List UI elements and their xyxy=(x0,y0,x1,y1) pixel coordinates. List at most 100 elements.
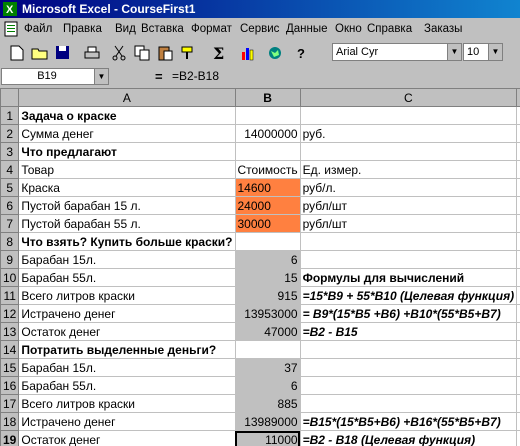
row-header[interactable]: 14 xyxy=(0,340,20,359)
menu-view[interactable]: Вид xyxy=(115,23,136,35)
cell-a[interactable]: Пустой барабан 15 л. xyxy=(18,196,236,215)
cell-c[interactable]: руб/л. xyxy=(299,178,518,197)
column-header-c[interactable]: C xyxy=(299,88,518,107)
cell-c[interactable] xyxy=(299,376,518,395)
menu-window[interactable]: Окно xyxy=(335,23,362,35)
row-header[interactable]: 10 xyxy=(0,268,20,287)
cell-b[interactable]: 6 xyxy=(234,250,301,269)
menu-edit[interactable]: Правка xyxy=(63,23,102,35)
autosum-icon[interactable]: Σ xyxy=(208,42,229,63)
map-icon[interactable] xyxy=(264,42,285,63)
cell-a[interactable]: Задача о краске xyxy=(18,106,236,125)
cell-c[interactable] xyxy=(299,394,518,413)
menu-tools[interactable]: Сервис xyxy=(240,23,279,35)
cell-c[interactable]: =B15*(15*B5+B6) +B16*(55*B5+B7) xyxy=(299,412,518,431)
cut-icon[interactable] xyxy=(108,42,129,63)
cell-a[interactable]: Что предлагают xyxy=(18,142,236,161)
cell-b[interactable]: 13989000 xyxy=(234,412,301,431)
font-name-dropdown[interactable]: Arial Cyr ▼ xyxy=(332,43,462,61)
cell-c[interactable] xyxy=(299,340,518,359)
row-header[interactable]: 5 xyxy=(0,178,20,197)
dropdown-arrow-icon[interactable]: ▼ xyxy=(447,44,461,60)
row-header[interactable]: 16 xyxy=(0,376,20,395)
row-header[interactable]: 8 xyxy=(0,232,20,251)
cell-c[interactable]: рубл/шт xyxy=(299,196,518,215)
row-header[interactable]: 7 xyxy=(0,214,20,233)
cell-b[interactable]: 11000 xyxy=(234,430,301,446)
row-header[interactable]: 3 xyxy=(0,142,20,161)
row-header[interactable]: 12 xyxy=(0,304,20,323)
cell-b[interactable] xyxy=(234,340,301,359)
row-header[interactable]: 9 xyxy=(0,250,20,269)
cell-c[interactable] xyxy=(299,358,518,377)
cell-a[interactable]: Барабан 55л. xyxy=(18,268,236,287)
select-all-corner[interactable] xyxy=(0,88,20,107)
dropdown-arrow-icon[interactable]: ▼ xyxy=(94,69,108,84)
row-header[interactable]: 6 xyxy=(0,196,20,215)
cell-b[interactable] xyxy=(234,142,301,161)
chart-wizard-icon[interactable] xyxy=(237,42,258,63)
cell-b[interactable]: 30000 xyxy=(234,214,301,233)
format-painter-icon[interactable] xyxy=(177,42,198,63)
cell-c[interactable] xyxy=(299,142,518,161)
cell-a[interactable]: Остаток денег xyxy=(18,322,236,341)
row-header[interactable]: 11 xyxy=(0,286,20,305)
dropdown-arrow-icon[interactable]: ▼ xyxy=(488,44,502,60)
print-icon[interactable] xyxy=(81,42,102,63)
row-header[interactable]: 19 xyxy=(0,430,20,446)
name-box[interactable]: B19 ▼ xyxy=(1,68,109,85)
menu-orders[interactable]: Заказы xyxy=(424,23,462,35)
cell-a[interactable]: Краска xyxy=(18,178,236,197)
cell-b[interactable]: 6 xyxy=(234,376,301,395)
cell-a[interactable]: Истрачено денег xyxy=(18,412,236,431)
cell-b[interactable]: 37 xyxy=(234,358,301,377)
font-size-dropdown[interactable]: 10 ▼ xyxy=(463,43,503,61)
cell-a[interactable]: Барабан 55л. xyxy=(18,376,236,395)
new-icon[interactable] xyxy=(6,42,27,63)
cell-b[interactable] xyxy=(234,232,301,251)
row-header[interactable]: 1 xyxy=(0,106,20,125)
menu-data[interactable]: Данные xyxy=(286,23,328,35)
cell-c[interactable]: рубл/шт xyxy=(299,214,518,233)
cell-c[interactable]: руб. xyxy=(299,124,518,143)
save-icon[interactable] xyxy=(52,42,73,63)
row-header[interactable]: 18 xyxy=(0,412,20,431)
cell-c[interactable]: Формулы для вычислений xyxy=(299,268,518,287)
cell-c[interactable] xyxy=(299,106,518,125)
cell-b[interactable]: 14600 xyxy=(234,178,301,197)
cell-a[interactable]: Всего литров краски xyxy=(18,394,236,413)
cell-c[interactable] xyxy=(299,250,518,269)
cell-b[interactable]: 885 xyxy=(234,394,301,413)
cell-a[interactable]: Барабан 15л. xyxy=(18,250,236,269)
cell-b[interactable]: 47000 xyxy=(234,322,301,341)
column-header-b[interactable]: B xyxy=(234,88,301,107)
row-header[interactable]: 13 xyxy=(0,322,20,341)
row-header[interactable]: 17 xyxy=(0,394,20,413)
paste-icon[interactable] xyxy=(154,42,175,63)
cell-c[interactable]: =B2 - B18 (Целевая функция) xyxy=(299,430,518,446)
cell-b[interactable] xyxy=(234,106,301,125)
cell-b[interactable]: 15 xyxy=(234,268,301,287)
column-header-a[interactable]: A xyxy=(18,88,236,107)
cell-c[interactable]: =15*B9 + 55*B10 (Целевая функция) xyxy=(299,286,518,305)
cell-c[interactable]: =B2 - B15 xyxy=(299,322,518,341)
cell-a[interactable]: Всего литров краски xyxy=(18,286,236,305)
menu-file[interactable]: Файл xyxy=(24,23,52,35)
cell-c[interactable] xyxy=(299,232,518,251)
cell-a[interactable]: Потратить выделенные деньги? xyxy=(18,340,236,359)
formula-input[interactable]: =B2-B18 xyxy=(172,69,219,83)
cell-c[interactable]: = B9*(15*B5 +B6) +B10*(55*B5+B7) xyxy=(299,304,518,323)
cell-b[interactable]: 24000 xyxy=(234,196,301,215)
menu-insert[interactable]: Вставка xyxy=(141,23,184,35)
cell-b[interactable]: 915 xyxy=(234,286,301,305)
open-icon[interactable] xyxy=(29,42,50,63)
cell-a[interactable]: Барабан 15л. xyxy=(18,358,236,377)
help-icon[interactable]: ? xyxy=(291,42,312,63)
row-header[interactable]: 15 xyxy=(0,358,20,377)
menu-help[interactable]: Справка xyxy=(367,23,412,35)
menu-format[interactable]: Формат xyxy=(191,23,232,35)
cell-c[interactable]: Ед. измер. xyxy=(299,160,518,179)
row-header[interactable]: 4 xyxy=(0,160,20,179)
cell-b[interactable]: Стоимость xyxy=(234,160,301,179)
cell-a[interactable]: Товар xyxy=(18,160,236,179)
